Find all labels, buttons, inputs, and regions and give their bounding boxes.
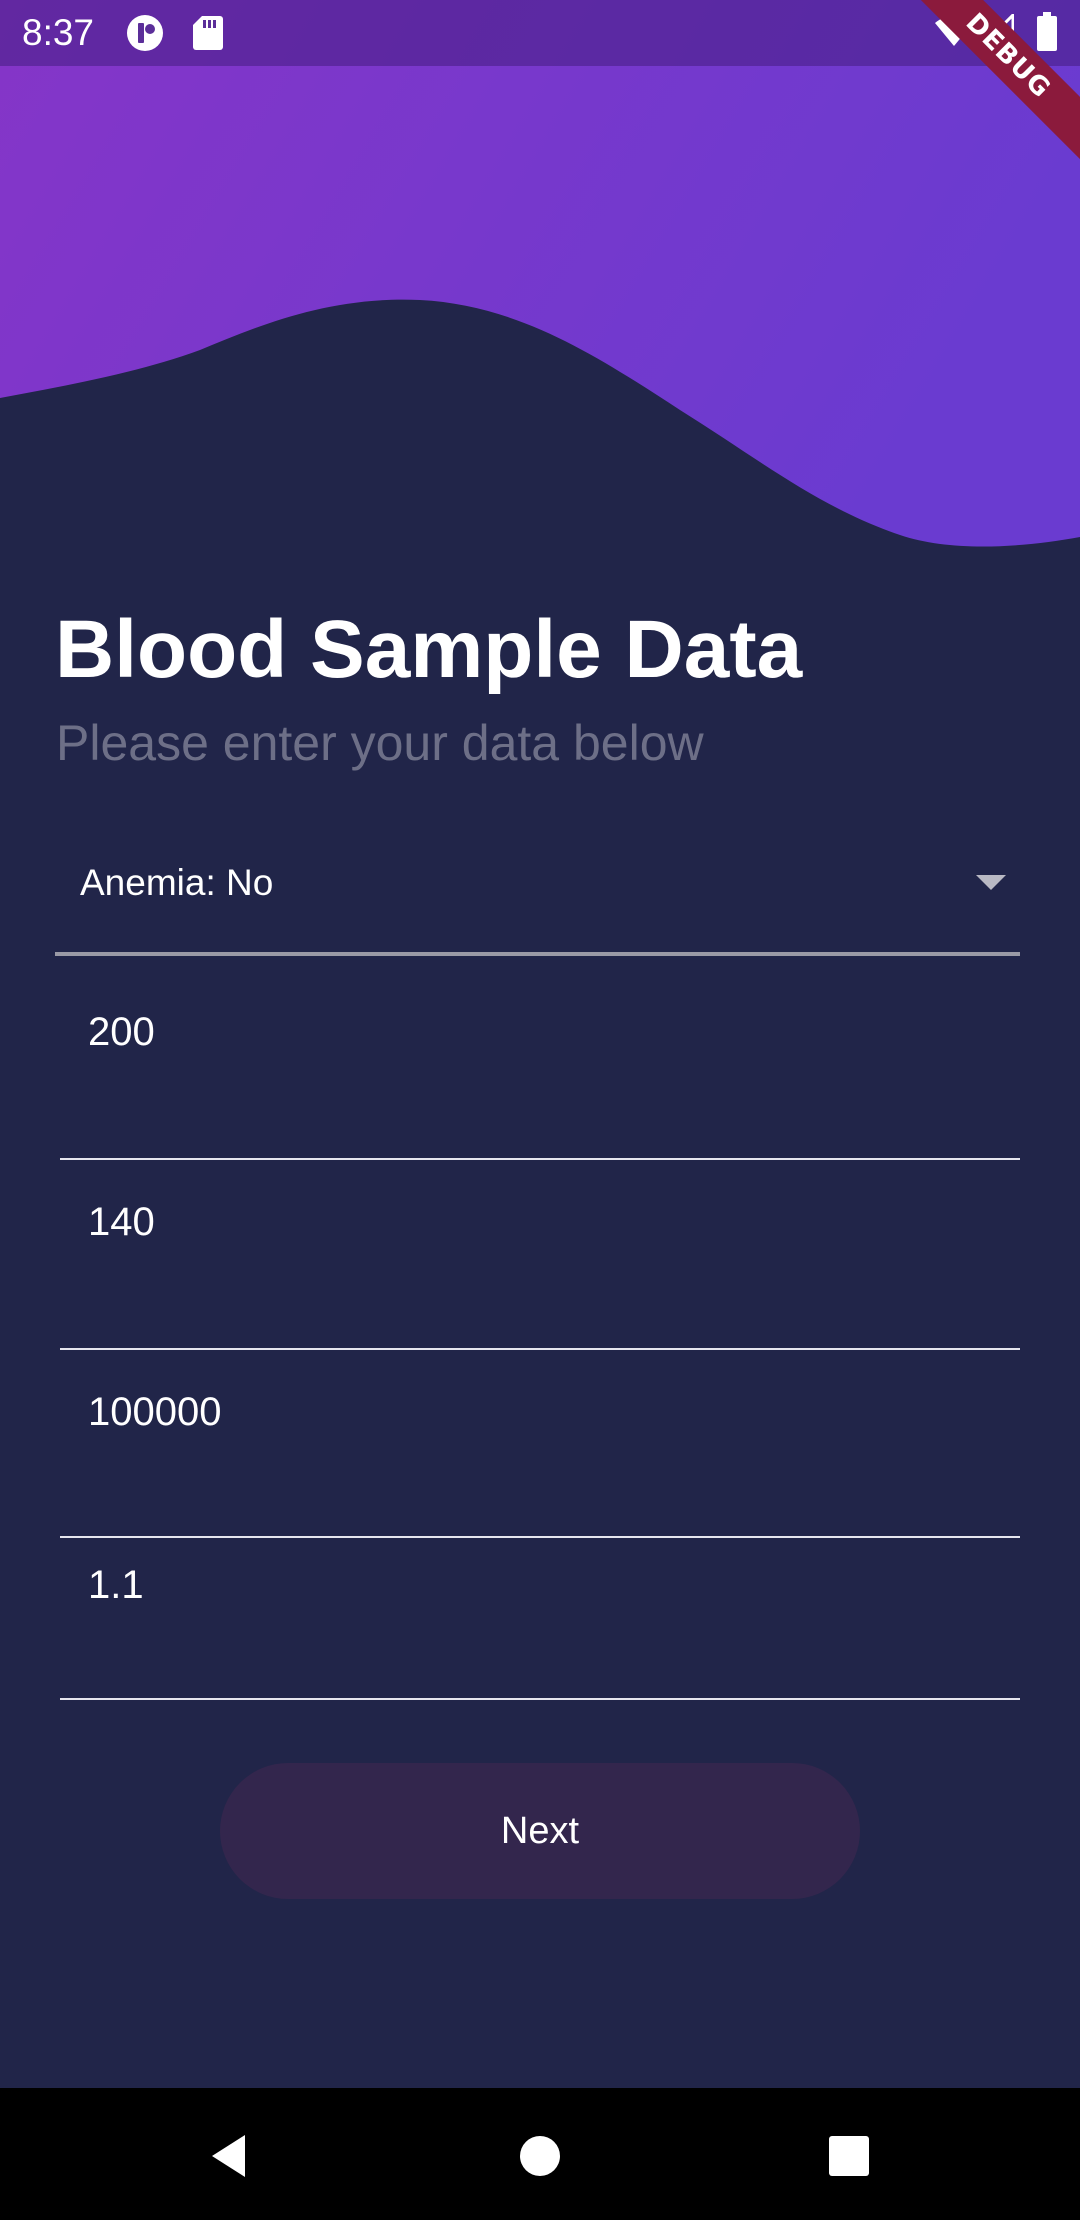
data-field-1 xyxy=(60,970,1020,1160)
app-screen: 8:37 DEBUG Blood Sample Data Please ente… xyxy=(0,0,1080,2220)
data-input-3[interactable] xyxy=(88,1382,988,1442)
back-icon[interactable] xyxy=(200,2114,280,2194)
status-time: 8:37 xyxy=(22,12,95,53)
next-button[interactable]: Next xyxy=(220,1763,860,1899)
system-nav-bar xyxy=(0,2088,1080,2220)
data-field-3 xyxy=(60,1350,1020,1538)
data-input-2[interactable] xyxy=(88,1192,988,1252)
data-field-4 xyxy=(60,1538,1020,1700)
recents-icon[interactable] xyxy=(810,2114,890,2194)
data-input-1[interactable] xyxy=(88,1002,988,1062)
anemia-dropdown[interactable]: Anemia: No xyxy=(55,830,1020,956)
sd-card-icon xyxy=(193,16,223,50)
data-input-4[interactable] xyxy=(88,1555,988,1615)
debug-banner: DEBUG xyxy=(910,0,1080,170)
app-notification-icon xyxy=(127,15,163,51)
data-field-2 xyxy=(60,1160,1020,1350)
home-icon[interactable] xyxy=(500,2114,580,2194)
page-title: Blood Sample Data xyxy=(55,604,803,695)
debug-banner-label: DEBUG xyxy=(910,0,1080,164)
dropdown-arrow-icon xyxy=(976,875,1006,890)
anemia-dropdown-value: Anemia: No xyxy=(80,862,274,903)
page-subtitle: Please enter your data below xyxy=(56,715,704,771)
